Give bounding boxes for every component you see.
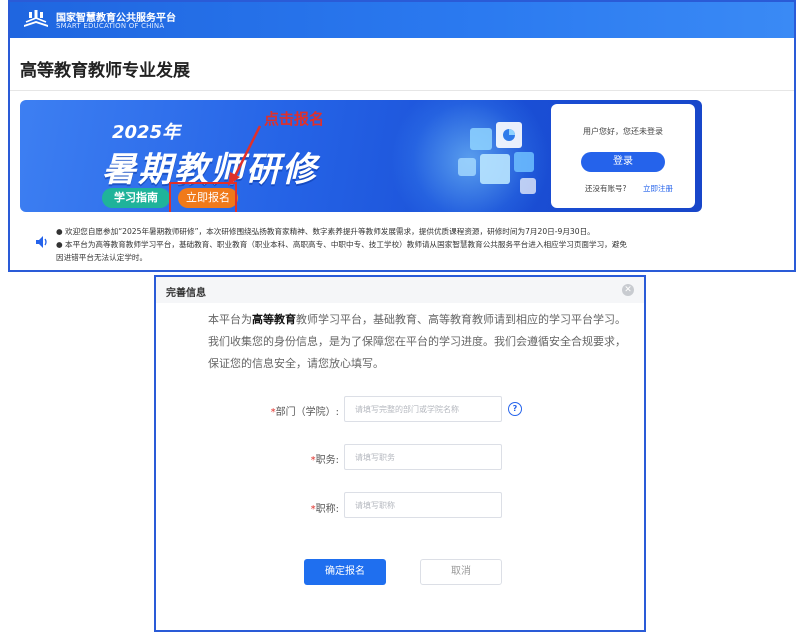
banner-year: 2025年 (112, 122, 181, 143)
position-input[interactable] (344, 444, 502, 470)
dialog-intro: 本平台为高等教育教师学习平台，基础教育、高等教育教师请到相应的学习平台学习。我们… (208, 309, 632, 375)
arrow-icon (228, 125, 262, 186)
help-icon[interactable]: ? (508, 402, 522, 416)
complete-info-dialog: 完善信息 ✕ 本平台为高等教育教师学习平台，基础教育、高等教育教师请到相应的学习… (154, 275, 646, 632)
position-label: *职务: (249, 451, 339, 466)
annotation-label: 点击报名 (264, 110, 325, 128)
dialog-header: 完善信息 ✕ (156, 277, 644, 303)
title-label-text: 职称: (315, 504, 339, 515)
logo-text-en: SMART EDUCATION OF CHINA (56, 22, 165, 30)
cancel-button[interactable]: 取消 (420, 559, 502, 585)
title-label: *职称: (249, 500, 339, 515)
dept-label: *部门（学院）: (249, 403, 339, 418)
notice-line: 因进错平台无法认定学时。 (56, 253, 148, 262)
intro-prefix: 本平台为 (208, 313, 252, 326)
speaker-icon (36, 236, 47, 248)
logo-book-icon[interactable] (22, 9, 50, 29)
login-card: 用户您好，您还未登录 登录 还没有账号? 立即注册 (551, 104, 695, 208)
divider (10, 90, 794, 91)
login-button[interactable]: 登录 (581, 152, 665, 172)
notice-line: ● 本平台为高等教育教师学习平台，基础教育、职业教育（职业本科、高职高专、中职中… (56, 240, 627, 249)
register-link[interactable]: 立即注册 (643, 183, 673, 194)
login-greeting: 用户您好，您还未登录 (583, 127, 663, 136)
dept-label-text: 部门（学院）: (275, 407, 339, 418)
no-account-text: 还没有账号? (585, 184, 627, 193)
close-icon[interactable]: ✕ (622, 284, 634, 296)
site-header: 国家智慧教育公共服务平台 SMART EDUCATION OF CHINA (10, 2, 794, 38)
tech-cubes-illustration (458, 122, 536, 194)
notice-line: ● 欢迎您自愿参加“2025年暑期教师研修”，本次研修围绕弘扬教育家精神、数字素… (56, 227, 595, 236)
confirm-signup-button[interactable]: 确定报名 (304, 559, 386, 585)
dialog-title: 完善信息 (166, 288, 206, 299)
page-screenshot-frame: 国家智慧教育公共服务平台 SMART EDUCATION OF CHINA 高等… (8, 0, 796, 272)
intro-bold: 高等教育 (252, 313, 296, 326)
study-guide-button[interactable]: 学习指南 (102, 188, 170, 208)
notice-area: ● 欢迎您自愿参加“2025年暑期教师研修”，本次研修围绕弘扬教育家精神、数字素… (20, 220, 790, 270)
professional-title-input[interactable] (344, 492, 502, 518)
promo-banner[interactable]: 2025年 暑期教师研修 学习指南 立即报名 点击报名 用户您好，您还未登录 登… (20, 100, 702, 212)
page-title: 高等教育教师专业发展 (20, 61, 190, 81)
position-label-text: 职务: (315, 455, 339, 466)
dept-input[interactable] (344, 396, 502, 422)
